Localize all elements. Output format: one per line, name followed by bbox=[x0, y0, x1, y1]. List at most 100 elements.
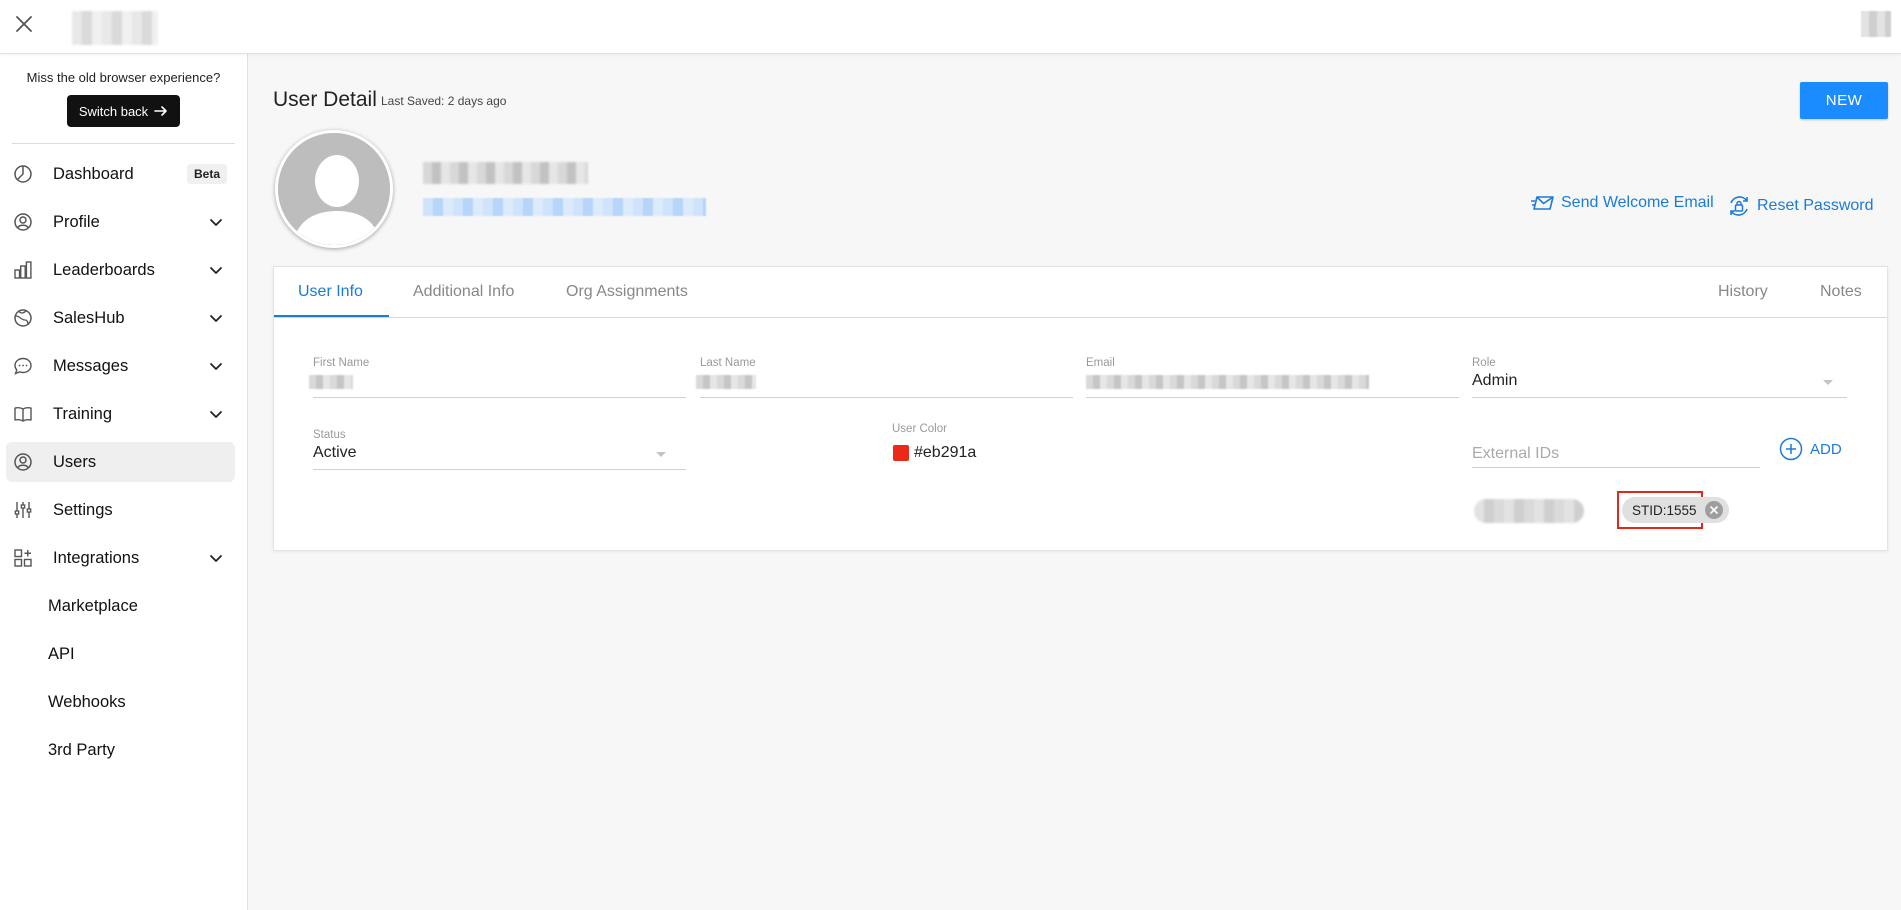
sidebar-item-users[interactable]: Users bbox=[6, 442, 235, 482]
plus-circle-icon bbox=[1779, 437, 1803, 461]
chevron-down-icon bbox=[210, 219, 222, 226]
sidebar-subitem-webhooks[interactable]: Webhooks bbox=[6, 682, 235, 722]
sidebar-item-messages[interactable]: Messages bbox=[6, 346, 235, 386]
old-experience-banner: Miss the old browser experience? Switch … bbox=[0, 54, 247, 127]
pie-chart-icon bbox=[12, 163, 34, 185]
sidebar-item-label: SalesHub bbox=[53, 308, 125, 327]
page-title: User Detail bbox=[273, 88, 377, 111]
sidebar-item-dashboard[interactable]: Dashboard Beta bbox=[6, 154, 235, 194]
status-select[interactable]: Status Active bbox=[313, 429, 686, 472]
user-email-link[interactable] bbox=[423, 198, 706, 216]
bar-chart-icon bbox=[12, 259, 34, 281]
active-tab-indicator bbox=[274, 315, 389, 317]
chevron-down-icon bbox=[210, 555, 222, 562]
user-detail-card: User Info Additional Info Org Assignment… bbox=[273, 266, 1888, 551]
caret-down-icon bbox=[656, 452, 666, 457]
tab-org-assignments[interactable]: Org Assignments bbox=[566, 283, 688, 301]
role-select[interactable]: Role Admin bbox=[1472, 357, 1847, 400]
reset-lock-icon bbox=[1730, 196, 1748, 216]
account-avatar[interactable] bbox=[1861, 11, 1891, 37]
field-underline bbox=[1086, 397, 1459, 398]
logo bbox=[72, 11, 158, 45]
sidebar-item-settings[interactable]: Settings bbox=[6, 490, 235, 530]
sidebar-item-label: Profile bbox=[53, 212, 100, 231]
role-label: Role bbox=[1472, 357, 1496, 369]
user-name bbox=[423, 162, 588, 184]
tab-history[interactable]: History bbox=[1718, 283, 1768, 301]
chevron-down-icon bbox=[210, 315, 222, 322]
field-underline bbox=[1472, 397, 1847, 398]
status-value: Active bbox=[313, 444, 357, 461]
sidebar-subitem-marketplace[interactable]: Marketplace bbox=[6, 586, 235, 626]
sidebar-subitem-3rd-party[interactable]: 3rd Party bbox=[6, 730, 235, 770]
beta-badge: Beta bbox=[186, 164, 227, 184]
sidebar-item-profile[interactable]: Profile bbox=[6, 202, 235, 242]
user-circle-icon bbox=[12, 451, 34, 473]
email-field[interactable]: Email bbox=[1086, 357, 1459, 400]
user-color-value: #eb291a bbox=[914, 444, 977, 461]
reset-password-label: Reset Password bbox=[1757, 197, 1874, 214]
user-silhouette-icon bbox=[278, 133, 390, 245]
role-value: Admin bbox=[1472, 372, 1518, 389]
add-label: ADD bbox=[1810, 440, 1842, 458]
last-saved-text: Last Saved: 2 days ago bbox=[381, 94, 507, 108]
close-icon[interactable] bbox=[12, 12, 36, 36]
sidebar-item-saleshub[interactable]: SalesHub bbox=[6, 298, 235, 338]
arrow-right-icon bbox=[154, 106, 167, 116]
sidebar-item-training[interactable]: Training bbox=[6, 394, 235, 434]
user-circle-icon bbox=[12, 211, 34, 233]
external-id-chip-stid[interactable]: STID:1555 bbox=[1622, 497, 1729, 523]
first-name-field[interactable]: First Name bbox=[309, 357, 686, 400]
last-name-label: Last Name bbox=[700, 357, 756, 369]
send-welcome-email-link[interactable]: Send Welcome Email bbox=[1531, 194, 1714, 212]
field-underline bbox=[313, 397, 686, 398]
sidebar: Miss the old browser experience? Switch … bbox=[0, 54, 248, 910]
field-underline bbox=[313, 469, 686, 470]
external-ids-placeholder: External IDs bbox=[1472, 445, 1560, 462]
book-icon bbox=[12, 403, 34, 425]
remove-chip-icon[interactable] bbox=[1704, 501, 1723, 519]
external-ids-input[interactable]: External IDs bbox=[1472, 423, 1760, 468]
tab-notes[interactable]: Notes bbox=[1820, 283, 1862, 301]
sidebar-divider bbox=[12, 143, 235, 144]
first-name-label: First Name bbox=[313, 357, 370, 369]
email-label: Email bbox=[1086, 357, 1115, 369]
chevron-down-icon bbox=[210, 363, 222, 370]
tab-user-info[interactable]: User Info bbox=[298, 283, 363, 301]
top-bar bbox=[0, 0, 1901, 54]
sidebar-item-label: Messages bbox=[53, 356, 129, 375]
add-external-id-button[interactable]: ADD bbox=[1779, 437, 1842, 461]
send-welcome-email-label: Send Welcome Email bbox=[1561, 194, 1714, 211]
last-name-field[interactable]: Last Name bbox=[696, 357, 1073, 400]
field-underline bbox=[1472, 467, 1760, 468]
grid-plus-icon bbox=[12, 547, 34, 569]
last-name-value bbox=[696, 375, 756, 389]
sidebar-item-label: Integrations bbox=[53, 548, 140, 567]
sidebar-item-label: Leaderboards bbox=[53, 260, 155, 279]
sidebar-item-label: Users bbox=[53, 452, 97, 471]
sidebar-item-label: Settings bbox=[53, 500, 113, 519]
switch-back-button[interactable]: Switch back bbox=[66, 95, 181, 127]
new-button[interactable]: NEW bbox=[1800, 82, 1888, 119]
chip-label: STID:1555 bbox=[1632, 502, 1697, 518]
old-experience-text: Miss the old browser experience? bbox=[26, 70, 221, 85]
sliders-icon bbox=[12, 499, 34, 521]
chevron-down-icon bbox=[210, 267, 222, 274]
status-label: Status bbox=[313, 429, 346, 441]
user-color-swatch[interactable] bbox=[893, 445, 909, 461]
user-color-field[interactable]: User Color #eb291a bbox=[892, 423, 1092, 467]
sidebar-subitem-api[interactable]: API bbox=[6, 634, 235, 674]
external-id-chip[interactable] bbox=[1474, 499, 1584, 523]
tab-additional-info[interactable]: Additional Info bbox=[413, 283, 514, 301]
sidebar-item-integrations[interactable]: Integrations bbox=[6, 538, 235, 578]
first-name-value bbox=[309, 375, 353, 389]
globe-icon bbox=[12, 307, 34, 329]
user-color-label: User Color bbox=[892, 423, 947, 435]
sidebar-item-leaderboards[interactable]: Leaderboards bbox=[6, 250, 235, 290]
sidebar-item-label: Dashboard bbox=[53, 164, 134, 183]
caret-down-icon bbox=[1823, 380, 1833, 385]
switch-back-label: Switch back bbox=[78, 103, 149, 119]
reset-password-link[interactable]: Reset Password bbox=[1727, 194, 1874, 218]
field-underline bbox=[700, 397, 1073, 398]
avatar[interactable] bbox=[275, 130, 393, 248]
